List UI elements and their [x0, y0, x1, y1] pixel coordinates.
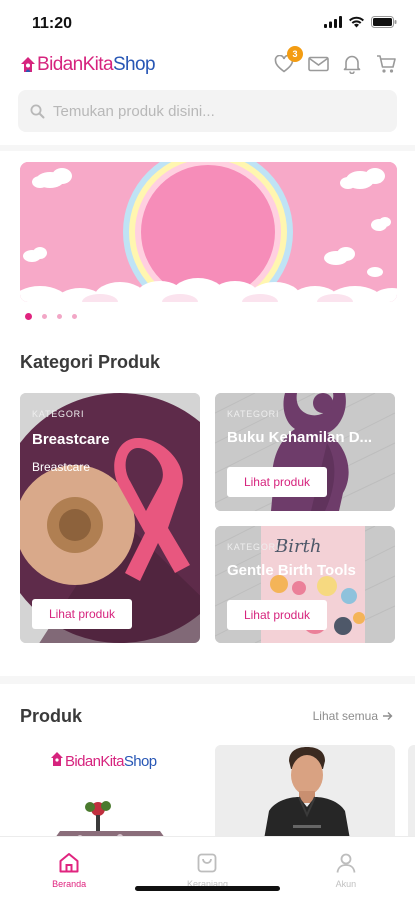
- see-all-label: Lihat semua: [312, 709, 378, 723]
- brand-logo[interactable]: BidanKitaShop: [20, 52, 156, 78]
- pagination-dot[interactable]: [72, 314, 77, 319]
- category-card-gentle-birth[interactable]: Birth KATEGORI Gentle Birth Tools Lihat …: [215, 526, 395, 643]
- search-bar[interactable]: [18, 90, 397, 132]
- status-bar: 11:20: [0, 0, 415, 48]
- mail-icon: [307, 56, 329, 72]
- product-card[interactable]: [215, 745, 395, 845]
- nav-item-account[interactable]: Akun: [277, 837, 415, 900]
- wishlist-badge: 3: [287, 46, 303, 62]
- nav-item-home[interactable]: Beranda: [0, 837, 138, 900]
- nav-label: Beranda: [52, 879, 87, 889]
- section-divider: [0, 676, 415, 684]
- cart-icon: [376, 55, 396, 73]
- search-input[interactable]: [53, 102, 373, 120]
- arrow-right-icon: [383, 712, 393, 720]
- category-name: Breastcare: [32, 431, 110, 448]
- category-card-pregnancy-books[interactable]: KATEGORI Buku Kehamilan D... Lihat produ…: [215, 393, 395, 511]
- categories-title: Kategori Produk: [20, 352, 161, 372]
- category-name: Gentle Birth Tools: [227, 562, 356, 579]
- banner-pagination: [25, 313, 77, 320]
- messages-button[interactable]: [307, 52, 329, 76]
- nav-label: Akun: [335, 879, 357, 889]
- category-kicker: KATEGORI: [32, 409, 85, 419]
- search-icon: [30, 104, 45, 118]
- product-card[interactable]: BidanKitaShop: [20, 745, 200, 845]
- home-icon: [59, 853, 79, 873]
- status-icons: [324, 16, 397, 28]
- user-icon: [336, 853, 356, 873]
- wifi-icon: [349, 16, 364, 28]
- app-header: BidanKitaShop 3: [0, 46, 415, 82]
- bag-icon: [198, 853, 217, 873]
- section-divider: [0, 145, 415, 151]
- app-screen: 11:20 BidanKitaShop 3 Temukan produk dis…: [0, 0, 415, 900]
- battery-icon: [371, 16, 397, 28]
- view-products-button[interactable]: Lihat produk: [227, 600, 327, 630]
- see-all-link[interactable]: Lihat semua: [313, 709, 393, 723]
- product-brand-logo: BidanKitaShop: [65, 753, 157, 770]
- wishlist-button[interactable]: 3: [273, 46, 303, 76]
- category-subtitle: Breastcare: [32, 460, 91, 474]
- home-indicator: [135, 886, 280, 891]
- status-time: 11:20: [32, 15, 73, 32]
- signal-icon: [324, 16, 342, 28]
- category-name: Buku Kehamilan D...: [227, 429, 373, 446]
- category-kicker: KATEGORI: [227, 409, 280, 419]
- category-card-breastcare[interactable]: KATEGORI Breastcare Breastcare Lihat pro…: [20, 393, 200, 643]
- logo-text: BidanKitaShop: [37, 54, 156, 75]
- notifications-button[interactable]: [341, 52, 363, 76]
- banner-illustration: [20, 162, 397, 302]
- promo-banner[interactable]: [20, 162, 397, 302]
- header-actions: 3: [273, 46, 397, 76]
- pagination-dot[interactable]: [42, 314, 47, 319]
- category-kicker: KATEGORI: [227, 542, 280, 552]
- products-title: Produk: [20, 706, 83, 726]
- product-image: [215, 745, 395, 845]
- logo-mark-icon: [21, 57, 35, 72]
- bell-icon: [343, 55, 361, 74]
- view-products-button[interactable]: Lihat produk: [227, 467, 327, 497]
- cart-button[interactable]: [375, 52, 397, 76]
- view-products-button[interactable]: Lihat produk: [32, 599, 132, 629]
- pagination-dot[interactable]: [57, 314, 62, 319]
- product-card[interactable]: [408, 745, 415, 845]
- pagination-dot-active[interactable]: [25, 313, 32, 320]
